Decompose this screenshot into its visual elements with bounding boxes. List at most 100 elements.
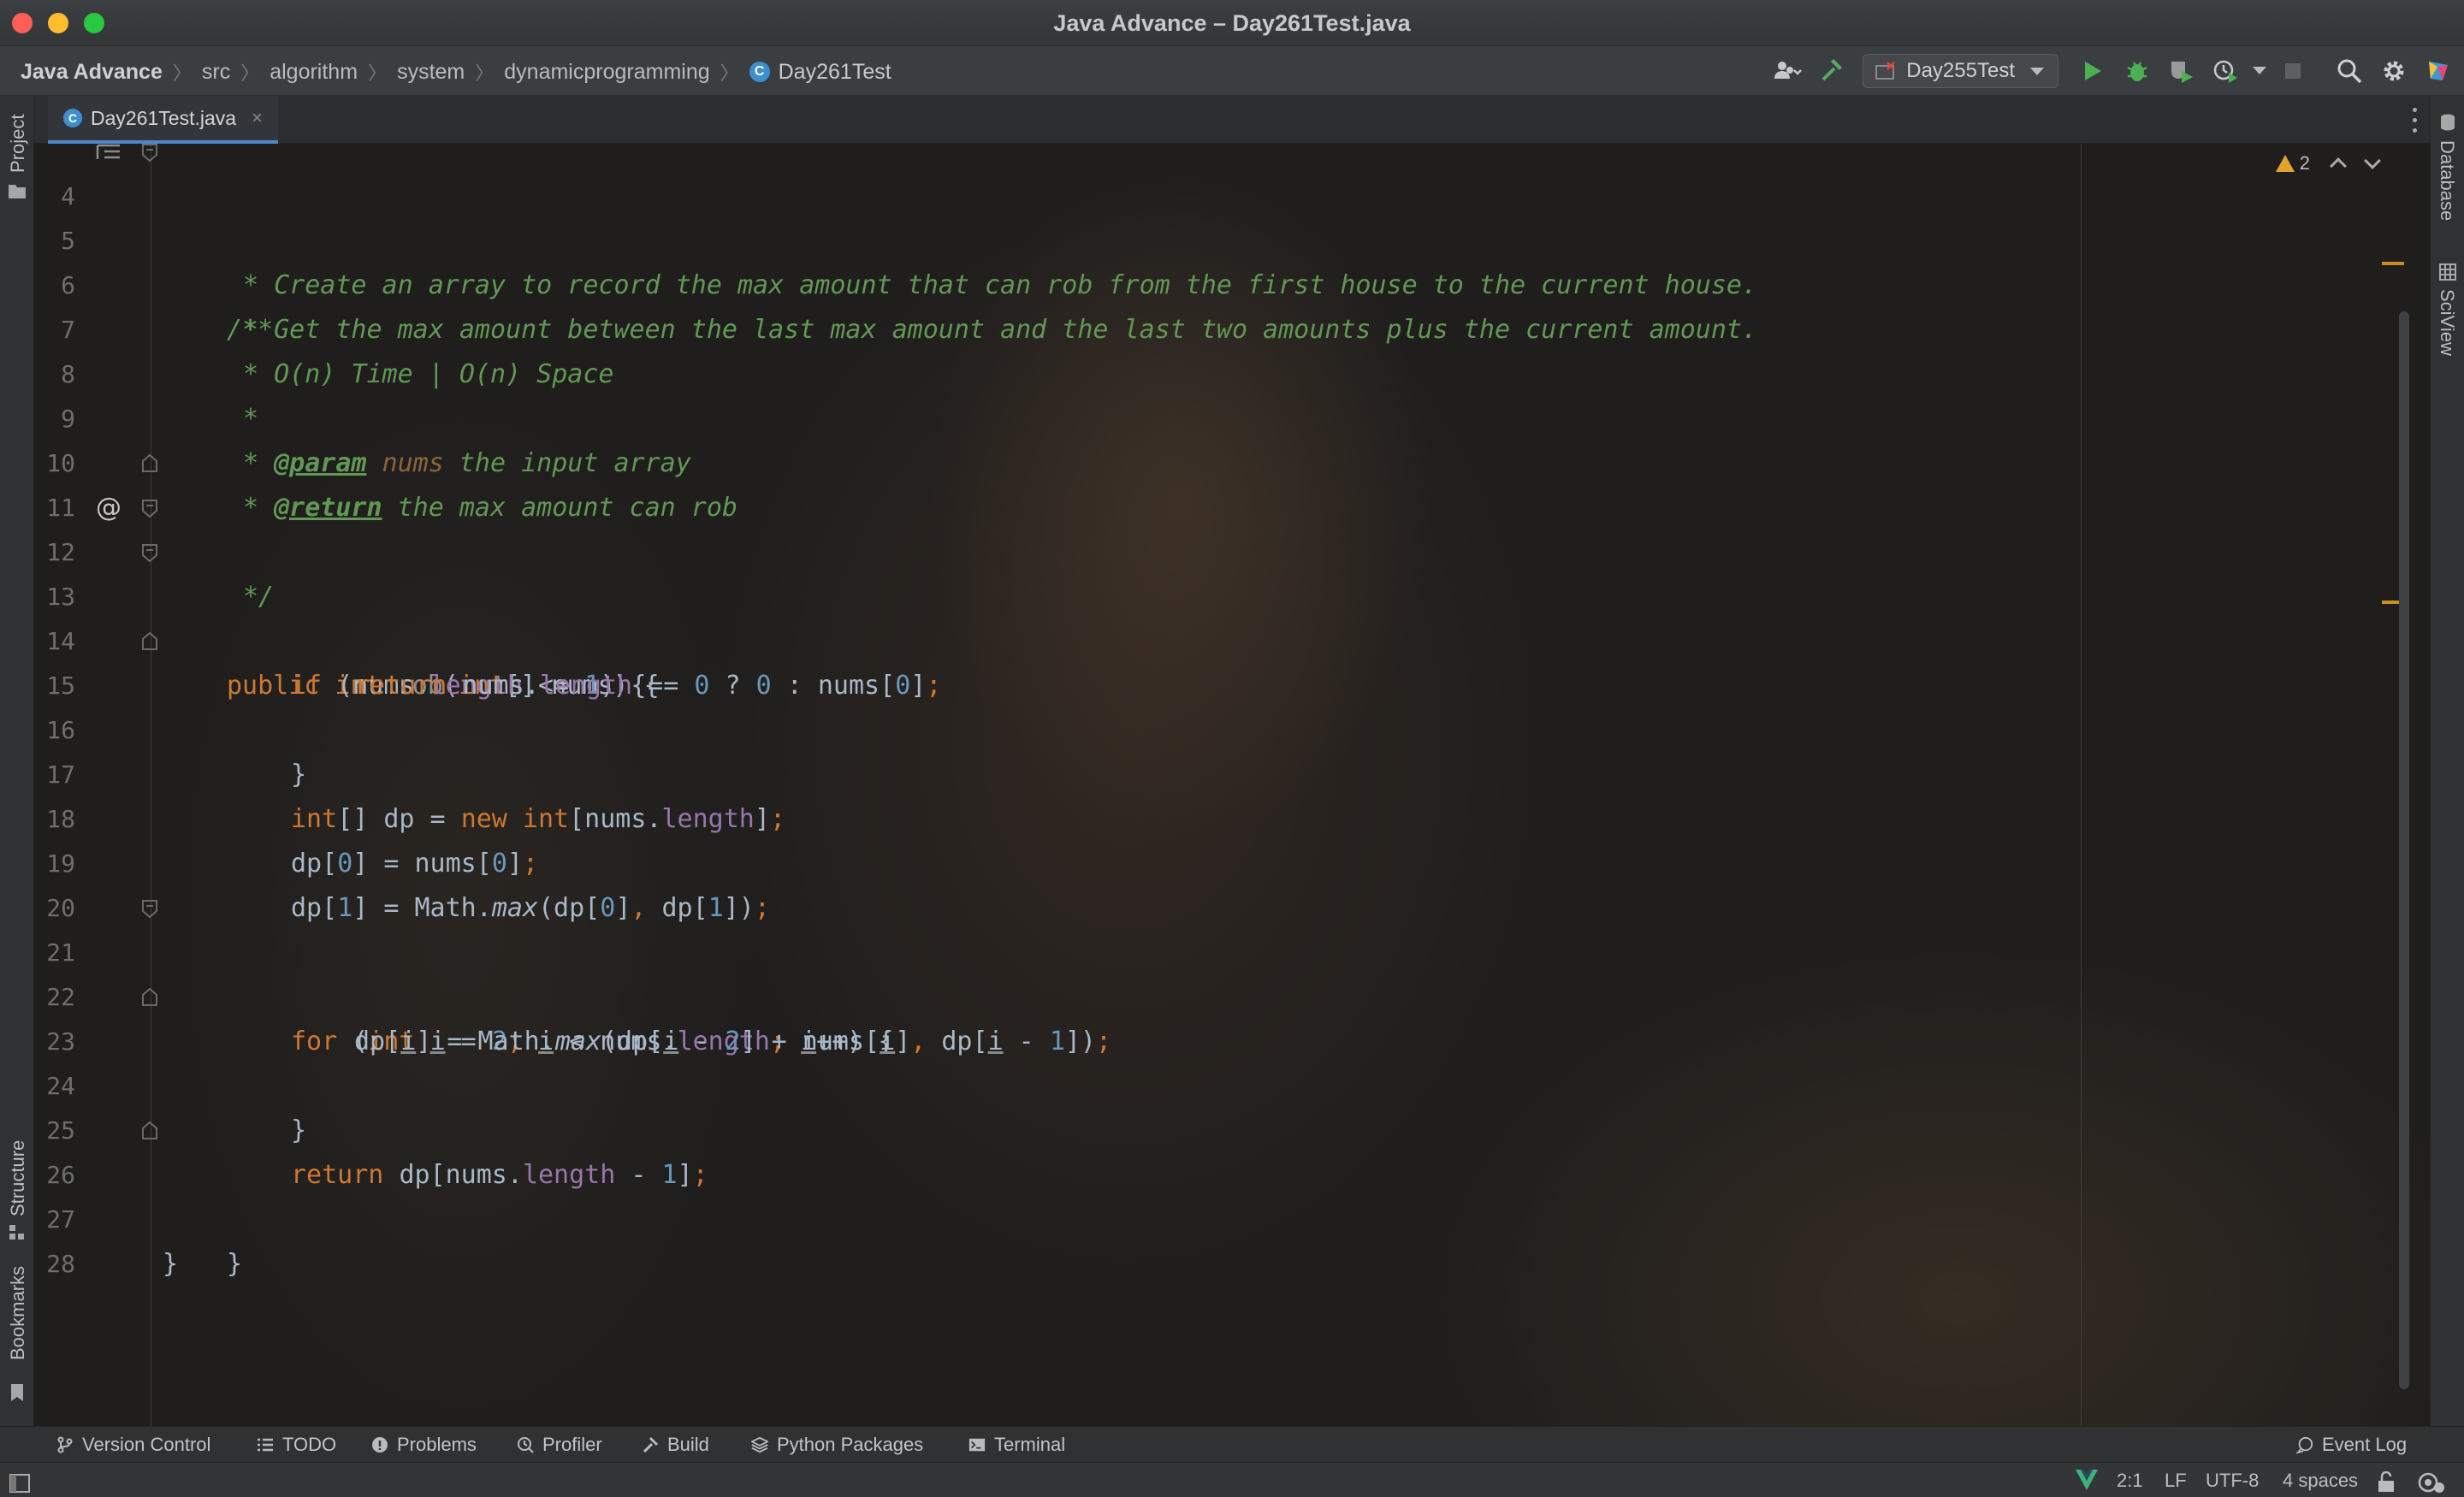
code-text: }	[163, 1249, 179, 1279]
warning-stripe-marker[interactable]	[2382, 262, 2404, 265]
run-configuration-selector[interactable]: Day255Test	[1863, 54, 2058, 88]
code-line: 4 /**	[34, 144, 2139, 345]
run-config-label: Day255Test	[1906, 59, 2015, 82]
code-line: 21 for (int i = 2; i < nums.length; i++)…	[34, 886, 2139, 1056]
build-hammer-icon[interactable]	[1816, 56, 1847, 86]
chevron-down-icon[interactable]	[2364, 152, 2381, 169]
tool-window-label: Profiler	[542, 1434, 602, 1455]
code-line: 17 int[] dp = new int[nums.length];	[34, 708, 2139, 834]
tool-window-label: Problems	[397, 1434, 477, 1455]
breadcrumb-separator-icon: 〉	[475, 62, 495, 84]
search-icon[interactable]	[2334, 56, 2365, 86]
implements-method-icon[interactable]: @	[96, 486, 121, 530]
plugin-icon[interactable]	[2423, 56, 2454, 86]
fold-end-icon[interactable]	[140, 1121, 159, 1141]
settings-icon[interactable]	[2378, 56, 2409, 86]
breadcrumb-project[interactable]: Java Advance	[21, 60, 163, 85]
left-tool-strip: Project Structure Bookmarks	[0, 96, 34, 1426]
tab-day261test-java[interactable]: C Day261Test.java ×	[48, 96, 278, 144]
user-icon[interactable]	[1772, 56, 1803, 86]
run-icon[interactable]	[2077, 56, 2108, 86]
stop-icon[interactable]	[2277, 56, 2308, 86]
tool-window-label: TODO	[282, 1434, 337, 1455]
terminal-icon	[968, 1436, 986, 1453]
caret-position[interactable]: 2:1	[2117, 1463, 2143, 1497]
build-button[interactable]: Build	[642, 1427, 709, 1463]
fold-icon[interactable]	[140, 898, 159, 919]
event-log-button[interactable]: Event Log	[2296, 1427, 2407, 1463]
more-run-options-icon[interactable]	[2252, 56, 2267, 86]
fold-end-icon[interactable]	[140, 987, 159, 1008]
structure-tool-tab[interactable]: Structure	[7, 1140, 29, 1216]
navigation-bar: Java Advance 〉 src 〉 algorithm 〉 system …	[0, 46, 2464, 96]
code-line: 26 }	[34, 1109, 2139, 1279]
inspection-widget[interactable]: 2	[2275, 152, 2381, 175]
folder-icon	[9, 185, 26, 198]
terminal-button[interactable]: Terminal	[968, 1427, 1065, 1463]
hammer-icon	[642, 1436, 659, 1453]
sciview-tool-tab[interactable]: SciView	[2436, 289, 2458, 356]
code-line: 22 dp[i] = Math.max(dp[i - 2] + nums[i],…	[34, 931, 2139, 1056]
breadcrumb-separator-icon: 〉	[720, 62, 739, 84]
todo-button[interactable]: TODO	[257, 1427, 336, 1463]
breadcrumb-system[interactable]: system	[397, 60, 465, 85]
code-text: }	[227, 1249, 243, 1279]
inspector-icon[interactable]	[2418, 1470, 2445, 1493]
breadcrumb-file[interactable]: Day261Test	[779, 60, 891, 85]
line-number: 28	[46, 1250, 75, 1278]
vertical-scrollbar[interactable]	[2399, 311, 2409, 1389]
tool-window-label: Terminal	[994, 1434, 1066, 1455]
code-line: 5 * Create an array to record the max am…	[34, 175, 2139, 300]
bookmark-icon	[11, 1384, 23, 1401]
code-line: 6 * Get the max amount between the last …	[34, 219, 2139, 345]
close-icon[interactable]: ×	[252, 107, 263, 129]
code-line: 18 dp[0] = nums[0];	[34, 753, 2139, 879]
project-tool-tab[interactable]: Project	[7, 115, 29, 173]
toggle-tool-windows-icon[interactable]	[9, 1470, 31, 1493]
coverage-icon[interactable]	[2166, 56, 2197, 86]
breadcrumb-src[interactable]: src	[202, 60, 230, 85]
fold-icon[interactable]	[140, 144, 159, 163]
warning-icon	[2275, 155, 2295, 172]
tool-window-bar: Version Control TODO Problems Profiler B…	[0, 1426, 2464, 1462]
fold-end-icon[interactable]	[140, 631, 159, 652]
line-separator[interactable]: LF	[2165, 1463, 2187, 1497]
title-bar: Java Advance – Day261Test.java	[0, 0, 2464, 46]
problems-button[interactable]: Problems	[371, 1427, 477, 1463]
breadcrumb-dynamicprogramming[interactable]: dynamicprogramming	[504, 60, 709, 85]
chevron-up-icon[interactable]	[2330, 157, 2347, 175]
fold-icon[interactable]	[140, 542, 159, 563]
code-line: 13 if (nums.length <= 1) {	[34, 530, 2139, 701]
more-options-icon[interactable]	[2408, 104, 2421, 135]
tab-label: Day261Test.java	[91, 106, 237, 129]
code-line: 12 @ public int rob(int[] nums) {	[34, 486, 2139, 701]
warning-count: 2	[2299, 152, 2310, 174]
list-icon	[257, 1436, 274, 1453]
breadcrumb-algorithm[interactable]: algorithm	[270, 60, 358, 85]
lock-icon[interactable]	[2377, 1470, 2396, 1492]
profiler-button[interactable]: Profiler	[517, 1427, 602, 1463]
code-line: 24	[34, 1020, 2139, 1100]
profile-icon[interactable]	[2211, 56, 2242, 86]
bookmarks-tool-tab[interactable]: Bookmarks	[7, 1266, 29, 1360]
chevron-down-icon	[2030, 67, 2044, 75]
code-line: 20	[34, 842, 2139, 922]
database-tool-tab[interactable]: Database	[2436, 140, 2458, 221]
branch-icon	[56, 1436, 74, 1453]
breadcrumb-separator-icon: 〉	[240, 62, 260, 84]
fold-end-icon[interactable]	[140, 453, 159, 474]
render-doc-icon[interactable]	[96, 144, 121, 163]
layers-icon	[751, 1436, 768, 1453]
debug-icon[interactable]	[2122, 56, 2153, 86]
file-encoding[interactable]: UTF-8	[2206, 1463, 2259, 1497]
code-line: 14 return nums.length == 0 ? 0 : nums[0]…	[34, 575, 2139, 701]
fold-icon[interactable]	[140, 498, 159, 518]
vuejs-icon	[2074, 1468, 2100, 1492]
code-editor[interactable]: 2 4 /** 5 * Create an array to record th…	[34, 144, 2430, 1426]
indent-setting[interactable]: 4 spaces	[2283, 1463, 2358, 1497]
version-control-button[interactable]: Version Control	[56, 1427, 210, 1463]
event-log-label: Event Log	[2322, 1434, 2408, 1455]
right-tool-strip: Database SciView	[2430, 96, 2464, 1426]
database-icon	[2441, 114, 2455, 131]
python-packages-button[interactable]: Python Packages	[751, 1427, 923, 1463]
